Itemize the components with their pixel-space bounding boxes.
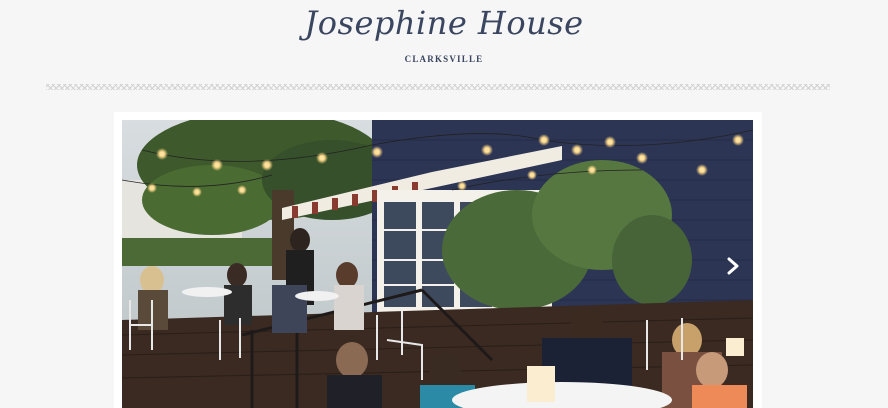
site-header: Josephine House CLARKSVILLE (0, 0, 888, 80)
location-label: CLARKSVILLE (404, 54, 484, 64)
logo[interactable]: Josephine House (0, 4, 888, 42)
image-gallery (114, 112, 762, 408)
decorative-divider (46, 84, 830, 90)
gallery-next-button[interactable] (722, 255, 744, 277)
patio-photo (122, 120, 753, 408)
chevron-right-icon (727, 257, 739, 275)
